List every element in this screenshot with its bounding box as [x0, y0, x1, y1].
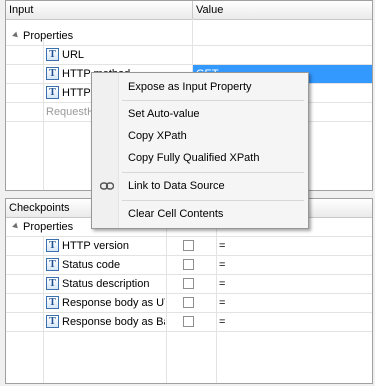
checkpoint-operator[interactable]: = — [219, 275, 225, 294]
table-row[interactable]: T Response body as UTF-8 = — [6, 294, 372, 313]
menu-item-label: Link to Data Source — [128, 180, 225, 192]
checkpoint-label: HTTP version — [62, 240, 130, 252]
checkpoint-checkbox[interactable] — [183, 278, 194, 289]
text-property-icon: T — [46, 277, 59, 290]
table-row[interactable]: T URL — [6, 46, 372, 65]
checkpoint-label: Status description — [62, 278, 150, 290]
checkpoint-label: Response body as Base64 — [62, 316, 165, 328]
property-label: URL — [62, 49, 85, 61]
checkpoint-label: Response body as UTF-8 — [62, 297, 165, 309]
menu-separator — [122, 100, 304, 101]
text-property-icon: T — [46, 239, 59, 252]
context-menu: Expose as Input Property Set Auto-value … — [91, 72, 309, 229]
menu-item-clear-cell-contents[interactable]: Clear Cell Contents — [94, 203, 306, 225]
table-row[interactable]: T Status description = — [6, 275, 372, 294]
checkpoint-checkbox[interactable] — [183, 297, 194, 308]
text-property-icon: T — [46, 296, 59, 309]
grid-header: Input Value — [6, 1, 372, 20]
menu-separator — [122, 200, 304, 201]
text-property-icon: T — [46, 67, 59, 80]
checkpoint-operator[interactable]: = — [219, 256, 225, 275]
link-icon — [100, 182, 114, 190]
table-row[interactable]: T HTTP version = — [6, 237, 372, 256]
collapse-arrow-icon[interactable] — [12, 222, 20, 231]
column-header-input[interactable]: Input — [6, 1, 192, 19]
checkpoint-operator[interactable]: = — [219, 237, 225, 256]
menu-item-copy-fully-qualified-xpath[interactable]: Copy Fully Qualified XPath — [94, 147, 306, 169]
text-property-icon: T — [46, 86, 59, 99]
column-header-value[interactable]: Value — [193, 1, 372, 19]
checkpoint-operator[interactable]: = — [219, 294, 225, 313]
menu-item-link-to-data-source[interactable]: Link to Data Source — [94, 175, 306, 197]
collapse-arrow-icon[interactable] — [12, 31, 20, 40]
checkpoint-checkbox[interactable] — [183, 240, 194, 251]
text-property-icon: T — [46, 315, 59, 328]
checkpoint-checkbox[interactable] — [183, 259, 194, 270]
menu-item-expose-as-input-property[interactable]: Expose as Input Property — [94, 76, 306, 98]
group-label: Properties — [23, 221, 74, 233]
checkpoint-label: Status code — [62, 259, 121, 271]
checkpoint-operator[interactable]: = — [219, 313, 225, 332]
text-property-icon: T — [46, 258, 59, 271]
menu-separator — [122, 172, 304, 173]
text-property-icon: T — [46, 48, 59, 61]
menu-item-set-auto-value[interactable]: Set Auto-value — [94, 103, 306, 125]
table-row[interactable]: T Status code = — [6, 256, 372, 275]
group-row-properties[interactable]: Properties — [6, 27, 372, 46]
menu-item-copy-xpath[interactable]: Copy XPath — [94, 125, 306, 147]
checkpoint-checkbox[interactable] — [183, 316, 194, 327]
table-row[interactable]: T Response body as Base64 = — [6, 313, 372, 332]
group-label: Properties — [23, 30, 74, 42]
